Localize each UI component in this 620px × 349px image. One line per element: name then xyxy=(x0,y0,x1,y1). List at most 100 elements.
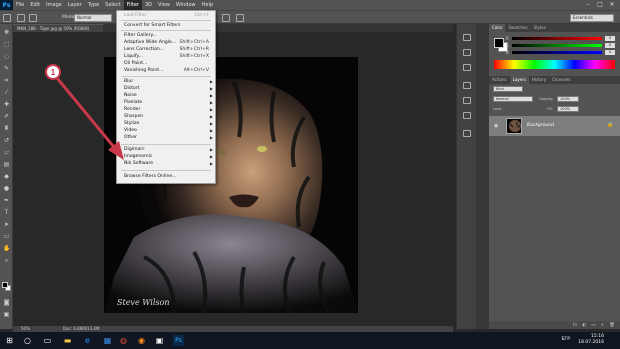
menu-item-blur[interactable]: Blur ▶ xyxy=(117,78,215,85)
slider-b[interactable] xyxy=(512,51,602,54)
lasso-tool-icon[interactable]: ◌ xyxy=(3,54,10,60)
layer-filter-kind[interactable]: Kind xyxy=(493,86,523,92)
menu-item-last-filter[interactable]: Last Filter Ctrl+F xyxy=(117,12,215,19)
menu-3d[interactable]: 3D xyxy=(142,0,155,10)
airbrush-icon[interactable] xyxy=(222,14,230,22)
info-panel-icon[interactable] xyxy=(463,130,471,137)
edge-icon[interactable]: e xyxy=(82,335,93,346)
mask-icon[interactable]: ◐ xyxy=(582,323,586,328)
eyedropper-tool-icon[interactable]: ⁄ xyxy=(3,90,10,96)
hand-tool-icon[interactable]: ✋ xyxy=(3,246,10,252)
menu-edit[interactable]: Edit xyxy=(27,0,43,10)
menu-item-sharpen[interactable]: Sharpen ▶ xyxy=(117,113,215,120)
trash-icon[interactable]: 🗑 xyxy=(609,323,615,328)
path-selection-tool-icon[interactable]: ➤ xyxy=(3,222,10,228)
zoom-tool-icon[interactable]: ⌕ xyxy=(3,258,10,264)
foreground-color-swatch[interactable] xyxy=(2,282,8,288)
mode-select[interactable]: Normal xyxy=(74,14,112,22)
menu-item-lens-correction[interactable]: Lens Correction... Shift+Ctrl+R xyxy=(117,46,215,53)
canvas-area[interactable]: Steve Wilson xyxy=(13,32,453,326)
properties-panel-icon[interactable] xyxy=(463,49,471,56)
eraser-tool-icon[interactable]: ▱ xyxy=(3,150,10,156)
shape-tool-icon[interactable]: ▭ xyxy=(3,234,10,240)
dodge-tool-icon[interactable]: ● xyxy=(3,186,10,192)
brush-panel-icon[interactable] xyxy=(29,14,37,22)
store-icon[interactable]: ▦ xyxy=(102,335,113,346)
menu-item-stylize[interactable]: Stylize ▶ xyxy=(117,120,215,127)
maximize-button[interactable]: □ xyxy=(594,0,606,10)
chrome-icon[interactable]: ◍ xyxy=(118,335,129,346)
brush-tool-preset-icon[interactable] xyxy=(3,14,11,22)
task-view-icon[interactable]: ▭ xyxy=(42,335,53,346)
blend-mode-select[interactable]: Normal xyxy=(493,96,533,102)
menu-filter[interactable]: Filter xyxy=(123,0,142,10)
menu-help[interactable]: Help xyxy=(199,0,216,10)
menu-item-other[interactable]: Other ▶ xyxy=(117,134,215,141)
slider-g[interactable] xyxy=(512,44,602,47)
fx-icon[interactable]: fx xyxy=(573,323,577,328)
photoshop-taskbar-icon[interactable]: Ps xyxy=(173,335,184,346)
workspace-select[interactable]: Essentials xyxy=(570,14,614,22)
group-icon[interactable]: ▭ xyxy=(591,323,595,328)
slider-g-value[interactable]: 0 xyxy=(605,43,615,48)
menu-item-convert-smart-filters[interactable]: Convert for Smart Filters xyxy=(117,22,215,29)
search-icon[interactable]: ○ xyxy=(22,335,33,346)
history-brush-tool-icon[interactable]: ↺ xyxy=(3,138,10,144)
menu-layer[interactable]: Layer xyxy=(65,0,85,10)
crop-tool-icon[interactable]: ⌗ xyxy=(3,78,10,84)
fg-color-chip[interactable] xyxy=(494,38,504,48)
slider-b-value[interactable]: 0 xyxy=(605,50,615,55)
menu-item-distort[interactable]: Distort ▶ xyxy=(117,85,215,92)
menu-item-pixelate[interactable]: Pixelate ▶ xyxy=(117,99,215,106)
quick-mask-icon[interactable]: ◙ xyxy=(3,300,10,306)
move-tool-icon[interactable]: ✥ xyxy=(3,30,10,36)
windows-start-icon[interactable]: ⊞ xyxy=(4,335,15,346)
blur-tool-icon[interactable]: ◆ xyxy=(3,174,10,180)
menu-type[interactable]: Type xyxy=(85,0,102,10)
menu-item-filter-gallery[interactable]: Filter Gallery... xyxy=(117,32,215,39)
menu-item-nik-software[interactable]: Nik Software ▶ xyxy=(117,160,215,167)
menu-item-vanishing-point[interactable]: Vanishing Point... Alt+Ctrl+V xyxy=(117,67,215,74)
eye-icon[interactable]: ◉ xyxy=(494,123,498,129)
opacity-field[interactable]: 100% xyxy=(557,96,579,102)
healing-brush-tool-icon[interactable]: ✚ xyxy=(3,102,10,108)
menu-item-browse-filters-online[interactable]: Browse Filters Online... xyxy=(117,173,215,180)
menu-item-digimarc[interactable]: Digimarc ▶ xyxy=(117,146,215,153)
keyboard-language[interactable]: БГР xyxy=(561,337,570,342)
slider-r[interactable] xyxy=(512,37,602,40)
character-panel-icon[interactable] xyxy=(463,82,471,89)
marquee-tool-icon[interactable]: ⬚ xyxy=(3,42,10,48)
brush-presets-panel-icon[interactable] xyxy=(463,112,471,119)
layer-row-background[interactable]: ◉ Background 🔒 xyxy=(489,116,620,136)
document-tab[interactable]: MKN_188 - Tiger.jpg @ 50% (RGB/8) xyxy=(13,24,103,32)
brush-size-icon[interactable] xyxy=(17,14,25,22)
file-explorer-icon[interactable]: ▬ xyxy=(62,335,73,346)
color-spectrum[interactable] xyxy=(494,60,615,69)
menu-item-noise[interactable]: Noise ▶ xyxy=(117,92,215,99)
brush-tool-icon[interactable]: ✐ xyxy=(3,114,10,120)
type-tool-icon[interactable]: T xyxy=(3,210,10,216)
tab-swatches[interactable]: Swatches xyxy=(505,24,530,32)
gradient-tool-icon[interactable]: ▤ xyxy=(3,162,10,168)
tab-color[interactable]: Color xyxy=(489,24,506,32)
clone-stamp-tool-icon[interactable]: ♜ xyxy=(3,126,10,132)
menu-view[interactable]: View xyxy=(155,0,173,10)
slider-r-value[interactable]: 0 xyxy=(605,36,615,41)
firefox-icon[interactable]: ◉ xyxy=(136,335,147,346)
history-panel-icon[interactable] xyxy=(463,34,471,41)
tab-styles[interactable]: Styles xyxy=(531,24,549,32)
system-clock[interactable]: 15:16 18.07.2016 xyxy=(578,334,604,346)
menu-select[interactable]: Select xyxy=(102,0,123,10)
menu-item-video[interactable]: Video ▶ xyxy=(117,127,215,134)
menu-file[interactable]: File xyxy=(13,0,27,10)
tablet-pressure-icon[interactable] xyxy=(236,14,244,22)
menu-window[interactable]: Window xyxy=(173,0,199,10)
close-button[interactable]: ✕ xyxy=(606,0,618,10)
paragraph-panel-icon[interactable] xyxy=(463,97,471,104)
layer-name[interactable]: Background xyxy=(527,123,554,128)
menu-item-oil-paint[interactable]: Oil Paint... xyxy=(117,60,215,67)
minimize-button[interactable]: – xyxy=(582,0,594,10)
adjustments-panel-icon[interactable] xyxy=(463,64,471,71)
new-layer-icon[interactable]: + xyxy=(601,323,605,328)
quick-select-tool-icon[interactable]: ✎ xyxy=(3,66,10,72)
